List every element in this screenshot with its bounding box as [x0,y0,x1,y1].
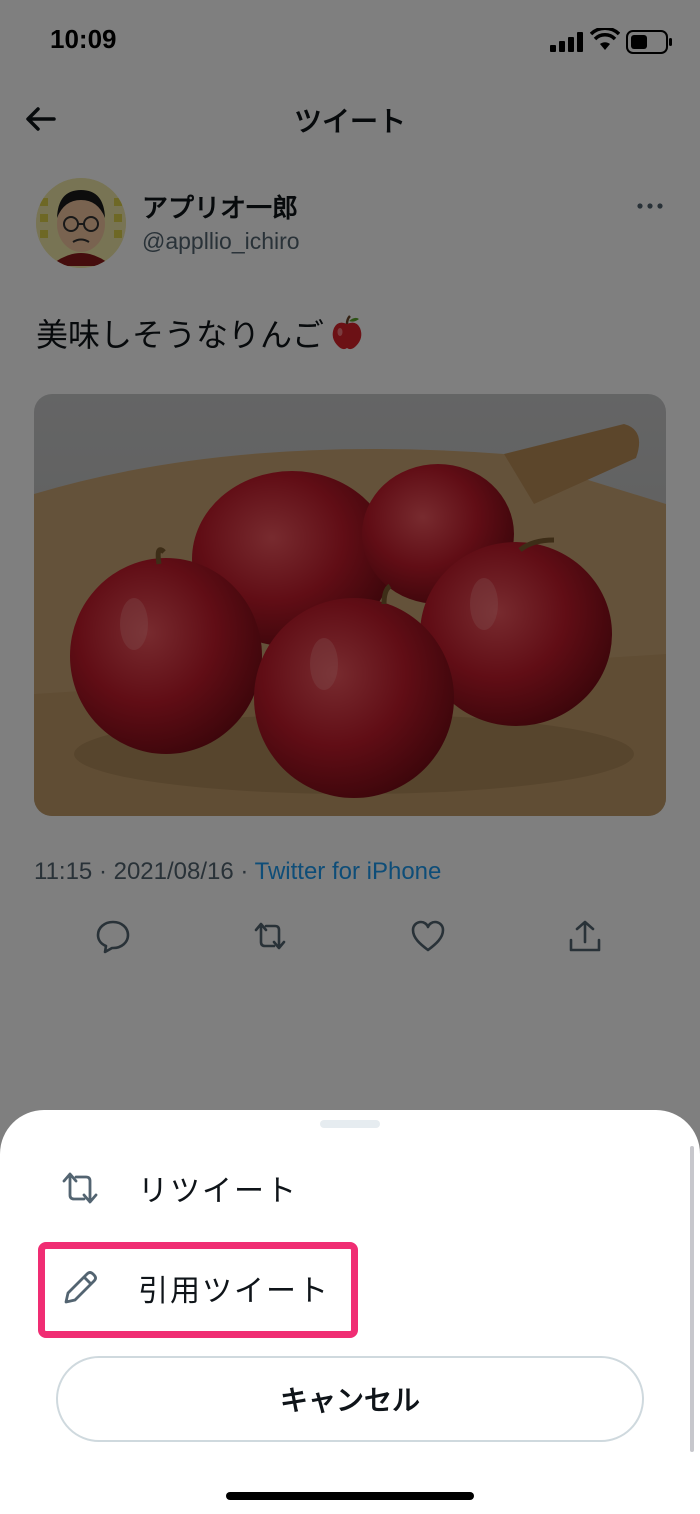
cancel-button[interactable]: キャンセル [56,1356,644,1442]
sheet-scrollbar[interactable] [690,1146,694,1452]
retweet-option[interactable]: リツイート [40,1146,660,1230]
home-indicator [226,1492,474,1500]
retweet-icon [62,1172,98,1204]
retweet-option-label: リツイート [138,1174,298,1209]
highlight-box [38,1242,358,1338]
sheet-grabber[interactable] [320,1120,380,1128]
